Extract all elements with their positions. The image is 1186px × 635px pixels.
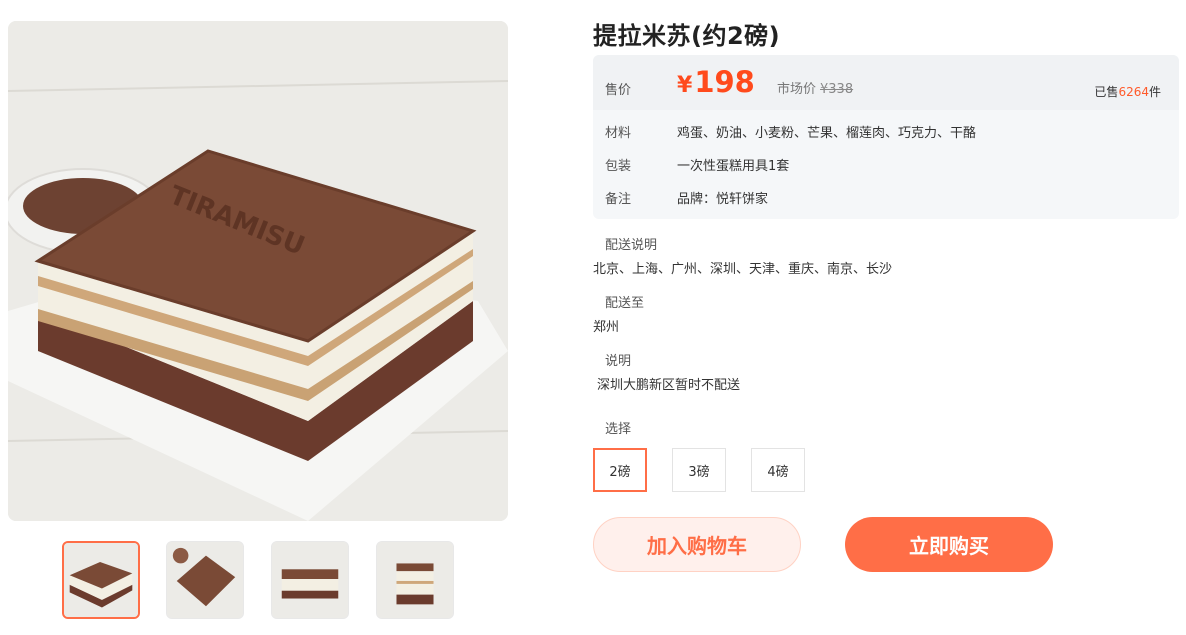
attribute-value: 品牌：悦轩饼家 <box>677 192 769 207</box>
delivery-to-value[interactable]: 郑州 <box>593 316 619 335</box>
size-option-3lb[interactable]: 3磅 <box>672 448 726 492</box>
size-option-4lb[interactable]: 4磅 <box>751 448 805 492</box>
buy-now-button[interactable]: 立即购买 <box>845 517 1053 572</box>
tiramisu-cake-image: TIRAMISU <box>8 21 508 521</box>
attribute-row-packaging: 包装 一次性蛋糕用具1套 <box>605 155 789 174</box>
thumbnail-3[interactable] <box>271 541 349 619</box>
thumbnail-4[interactable] <box>376 541 454 619</box>
market-price: 市场价 ¥338 <box>777 78 853 97</box>
attribute-row-remarks: 备注 品牌：悦轩饼家 <box>605 188 768 207</box>
price-row: 售价 ¥ 198 市场价 ¥338 已售6264件 <box>593 55 1179 110</box>
thumbnail-1[interactable] <box>62 541 140 619</box>
product-info-panel: 售价 ¥ 198 市场价 ¥338 已售6264件 材料 鸡蛋、奶油、小麦粉、芒果… <box>593 55 1179 219</box>
sold-prefix: 已售 <box>1094 85 1119 99</box>
attribute-key: 包装 <box>605 159 632 174</box>
thumbnail-strip <box>62 541 462 621</box>
price-label: 售价 <box>605 83 632 98</box>
price-value: 198 <box>694 65 755 99</box>
market-price-value: ¥338 <box>820 82 854 97</box>
tiramisu-slice-thumb <box>377 542 453 618</box>
attribute-value: 鸡蛋、奶油、小麦粉、芒果、榴莲肉、巧克力、干酪 <box>677 126 977 141</box>
attribute-row-materials: 材料 鸡蛋、奶油、小麦粉、芒果、榴莲肉、巧克力、干酪 <box>605 122 976 141</box>
sale-price: ¥ 198 <box>677 65 755 99</box>
note-label: 说明 <box>605 354 632 369</box>
sold-count: 已售6264件 <box>1094 83 1161 100</box>
selection-label: 选择 <box>605 422 632 437</box>
price-currency: ¥ <box>677 73 693 98</box>
delivery-to-label: 配送至 <box>605 296 645 311</box>
tiramisu-top-thumb <box>167 542 243 618</box>
sold-suffix: 件 <box>1148 85 1161 99</box>
delivery-scope-label: 配送说明 <box>605 238 658 253</box>
product-title: 提拉米苏(约2磅) <box>593 22 781 50</box>
attribute-value: 一次性蛋糕用具1套 <box>677 159 790 174</box>
size-option-2lb[interactable]: 2磅 <box>593 448 647 492</box>
tiramisu-front-thumb <box>272 542 348 618</box>
attribute-key: 材料 <box>605 126 632 141</box>
tiramisu-side-thumb <box>64 543 138 617</box>
main-product-image: TIRAMISU <box>8 21 508 521</box>
thumbnail-2[interactable] <box>166 541 244 619</box>
sold-number: 6264 <box>1118 85 1149 99</box>
note-value: 深圳大鹏新区暂时不配送 <box>597 378 741 393</box>
add-to-cart-button[interactable]: 加入购物车 <box>593 517 801 572</box>
market-price-label: 市场价 <box>777 82 817 97</box>
delivery-scope-value: 北京、上海、广州、深圳、天津、重庆、南京、长沙 <box>593 262 893 277</box>
attribute-key: 备注 <box>605 192 632 207</box>
